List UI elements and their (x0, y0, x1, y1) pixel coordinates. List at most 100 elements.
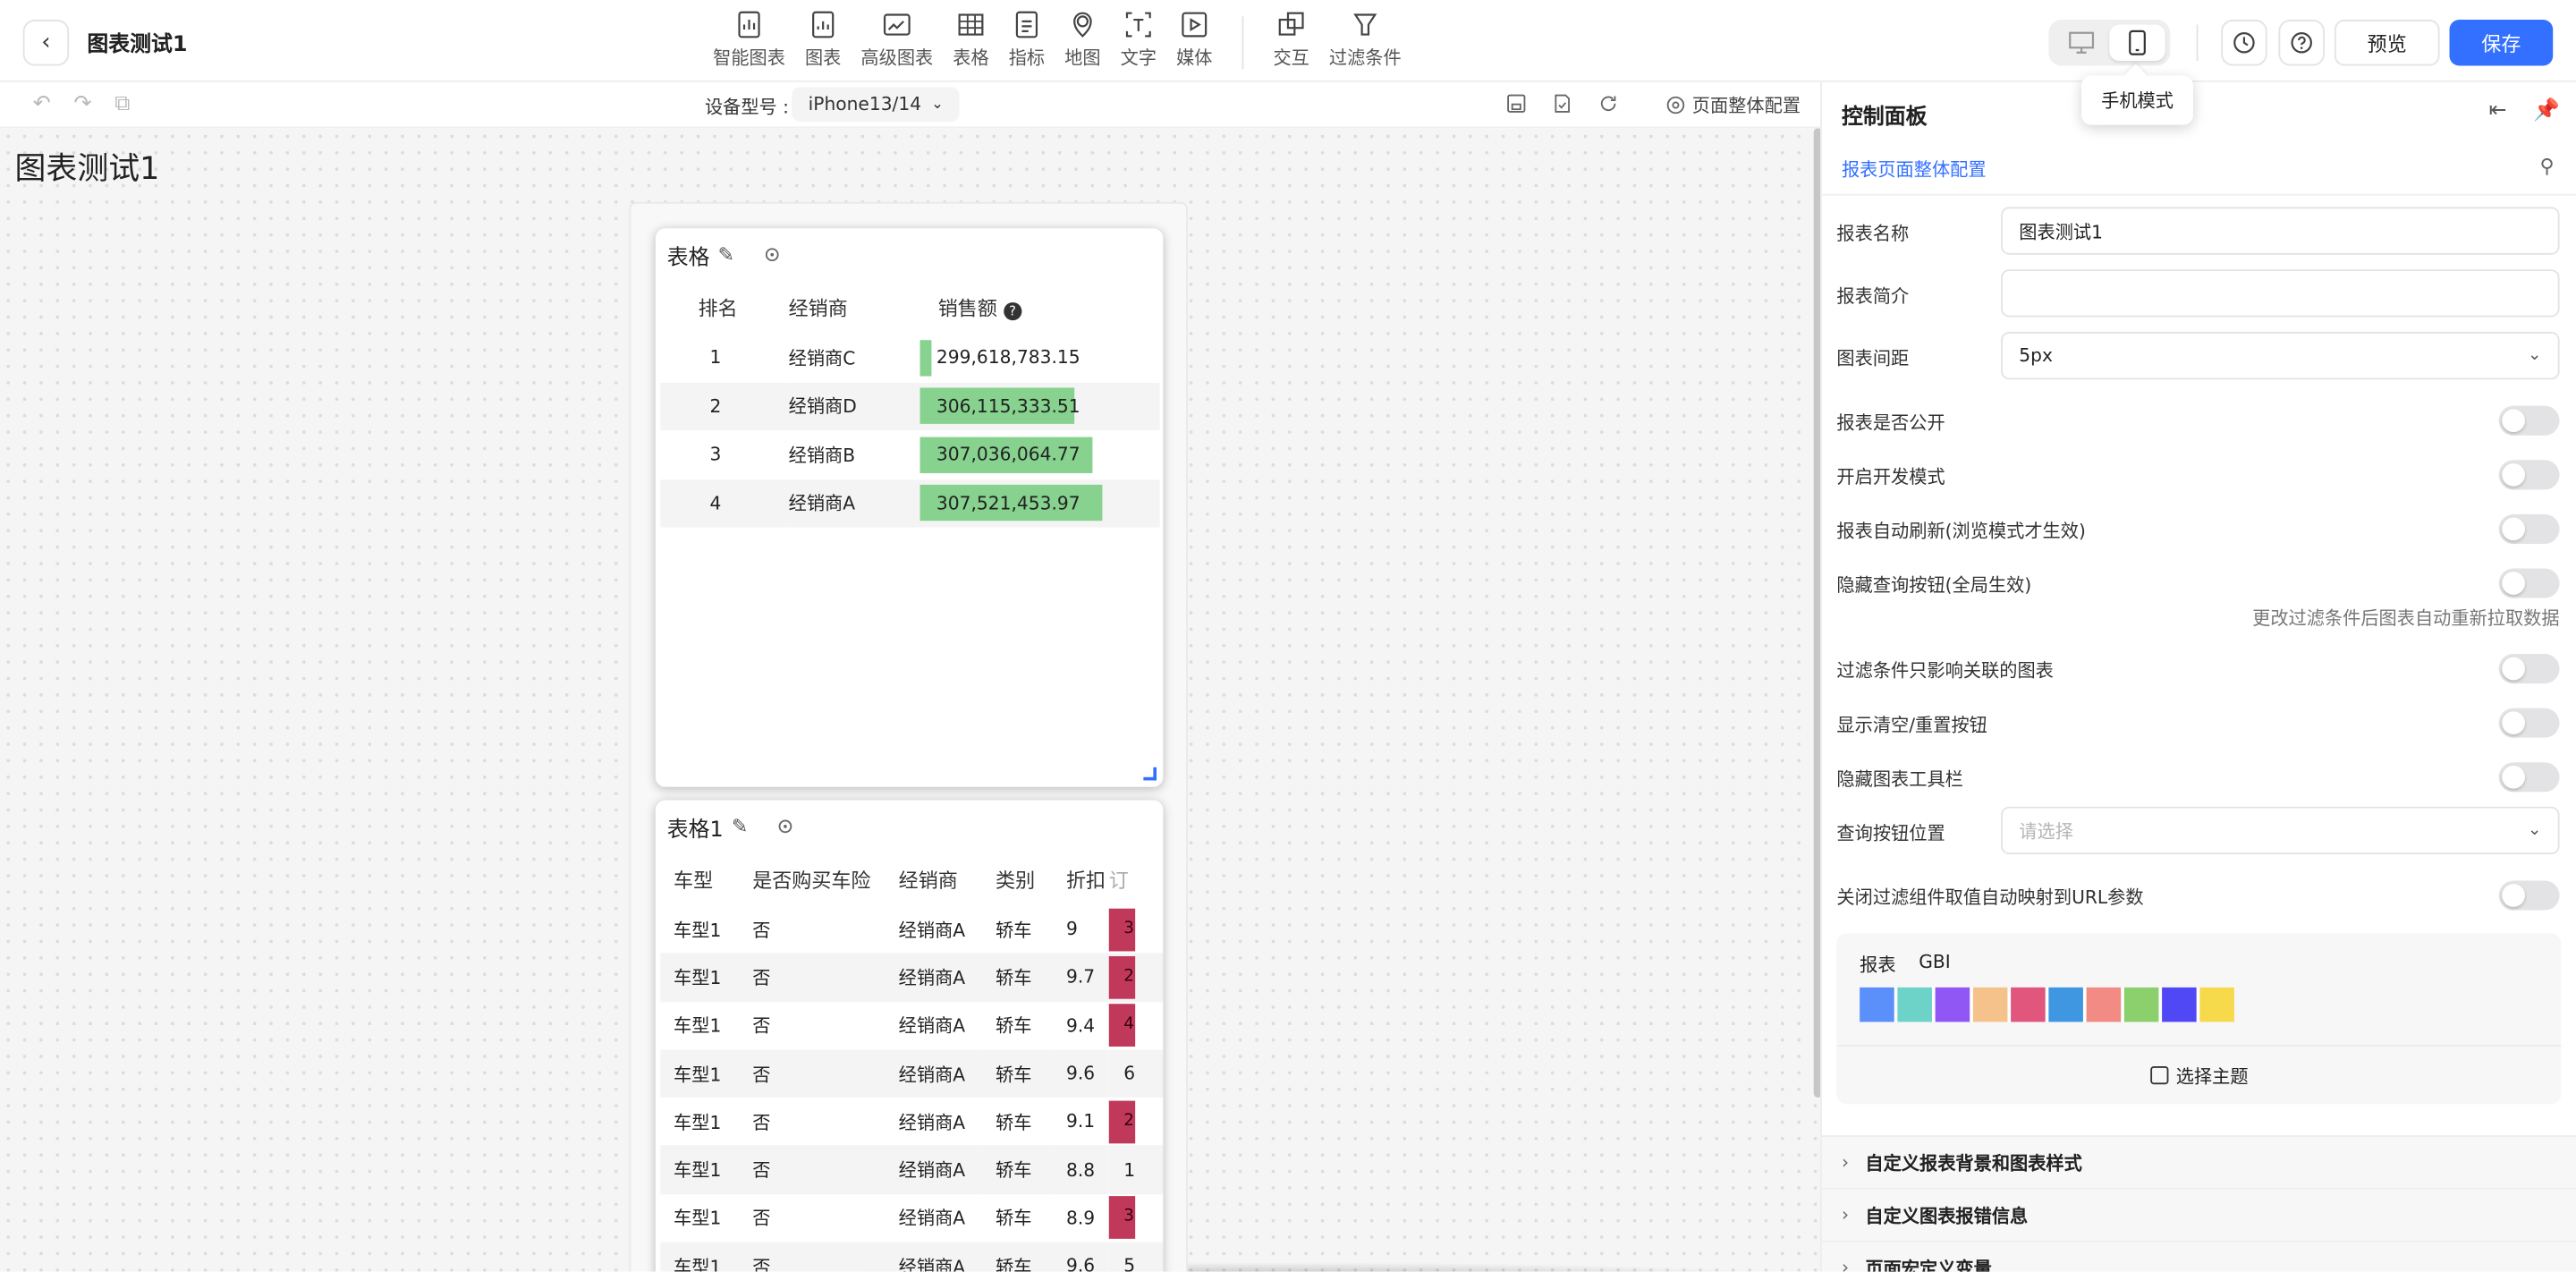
cell: 经销商A (898, 919, 966, 941)
column-header[interactable]: 类别 (982, 852, 1053, 905)
tool-metric[interactable]: 指标 (999, 10, 1055, 71)
ranking-table: 排名 经销商 销售额 ? 1 经销商C 299,618,783.15 2 经销商D 306… (660, 281, 1160, 528)
column-header[interactable]: 经销商 (789, 281, 920, 334)
tool-map[interactable]: 地图 (1055, 10, 1110, 71)
page-config-link[interactable]: 报表页面整体配置 (1842, 156, 1987, 182)
advanced-chart-icon (883, 13, 911, 36)
table-row[interactable]: 车型1 否经销商A 轿车 9.7 2 (660, 953, 1164, 1002)
pin-icon[interactable]: 📌 (2533, 98, 2560, 123)
table-row[interactable]: 车型1 否经销商A 轿车 9.6 6 (660, 1049, 1164, 1098)
tool-text[interactable]: 文字 (1111, 10, 1166, 71)
cell: 轿车 (996, 919, 1032, 941)
mobile-mode-button[interactable] (2109, 24, 2165, 61)
section-label: 页面宏定义变量 (1865, 1257, 1992, 1272)
tool-filter[interactable]: 过滤条件 (1319, 10, 1411, 71)
table-row[interactable]: 车型1 否经销商A 轿车 8.8 1 (660, 1146, 1164, 1194)
report-name-input[interactable]: 图表测试1 (2001, 207, 2560, 255)
chart-gap-select[interactable]: 5px ⌄ (2001, 332, 2560, 380)
pencil-icon[interactable]: ✎ (718, 243, 734, 267)
section-background-style[interactable]: › 自定义报表背景和图表样式 (1821, 1135, 2576, 1188)
cell: 2 (1108, 1098, 1164, 1146)
report-desc-input[interactable] (2001, 269, 2560, 318)
table-row[interactable]: 4 经销商A 307,521,453.97 (660, 479, 1160, 528)
cell: 8.8 (1053, 1146, 1109, 1194)
column-header[interactable]: 订 (1109, 852, 1164, 905)
tool-interaction[interactable]: 交互 (1263, 10, 1318, 71)
dev-mode-toggle[interactable] (2498, 460, 2560, 490)
table-row[interactable]: 车型1 否 经销商A 轿车 9.1 2 (660, 1098, 1163, 1146)
column-header[interactable]: 经销商 (886, 852, 982, 905)
redo-icon[interactable]: ↷ (73, 92, 91, 117)
device-select[interactable]: iPhone13/14 ⌄ (792, 87, 961, 122)
tool-smart-chart[interactable]: 智能图表 (703, 10, 795, 71)
choose-theme-button[interactable]: 选择主题 (1836, 1045, 2562, 1104)
filter-related-toggle[interactable] (2498, 654, 2560, 684)
help-button[interactable] (2278, 20, 2325, 66)
tool-media[interactable]: 媒体 (1166, 10, 1222, 71)
column-header[interactable]: 折扣 (1053, 852, 1108, 905)
query-position-select[interactable]: 请选择 ⌄ (2001, 806, 2560, 855)
resize-handle[interactable] (1143, 767, 1157, 781)
table-row[interactable]: 车型1 否 经销商A 轿车 9 3 (660, 905, 1163, 954)
target-icon[interactable] (766, 248, 779, 262)
reset-button-toggle[interactable] (2498, 708, 2560, 738)
url-param-toggle[interactable] (2498, 880, 2560, 911)
desktop-mode-button[interactable] (2054, 25, 2109, 61)
export-icon[interactable] (1551, 92, 1574, 115)
tool-advanced-chart[interactable]: 高级图表 (851, 10, 943, 71)
theme-tab-gbi[interactable]: GBI (1919, 951, 1951, 977)
public-toggle[interactable] (2498, 405, 2560, 436)
collapse-icon[interactable]: ⇤ (2489, 98, 2507, 123)
back-button[interactable]: ‹ (22, 20, 70, 66)
table-card-1[interactable]: 表格 ✎ 排名 经销商 销售额 ? 1 经销商C 299,618,783.15 2 经销… (655, 228, 1164, 787)
search-icon[interactable]: ⚲ (2540, 155, 2555, 178)
sales-value: 299,618,783.15 (936, 347, 1080, 369)
copy-icon[interactable]: ⧉ (114, 92, 130, 117)
table-row[interactable]: 3 经销商B 307,036,064.77 (660, 430, 1160, 479)
section-error-info[interactable]: › 自定义图表报错信息 (1821, 1187, 2576, 1241)
refresh-icon[interactable] (1597, 92, 1620, 115)
history-button[interactable] (2221, 20, 2267, 66)
target-icon[interactable] (779, 819, 792, 834)
tool-table[interactable]: 表格 (943, 10, 998, 71)
column-header[interactable]: 车型 (660, 852, 739, 905)
save-button[interactable]: 保存 (2449, 20, 2554, 66)
canvas-scrollbar[interactable] (1813, 128, 1821, 1098)
undo-icon[interactable]: ↶ (33, 92, 51, 117)
color-palette[interactable] (1860, 987, 2234, 1022)
theme-tab-report[interactable]: 报表 (1860, 951, 1895, 977)
sales-bar-wrap: 306,115,333.51 (919, 382, 1160, 429)
table-row[interactable]: 2 经销商D 306,115,333.51 (660, 382, 1160, 431)
control-panel: 控制面板 ⇤ 📌 报表页面整体配置 ⚲ 报表名称 图表测试1 报表简介 图表间距… (1820, 81, 2576, 1272)
canvas-toolbar: ↶ ↷ ⧉ 设备型号 : iPhone13/14 ⌄ 页面整体配置 (0, 81, 1821, 129)
hide-query-toggle[interactable] (2498, 568, 2560, 598)
tool-chart[interactable]: 图表 (795, 10, 851, 71)
tool-label: 表格 (953, 47, 989, 70)
save-draft-icon[interactable] (1504, 92, 1528, 115)
tool-label: 媒体 (1176, 47, 1213, 70)
column-header-sales[interactable]: 销售额 ? (920, 281, 1160, 334)
table-row[interactable]: 1 经销商C 299,618,783.15 (660, 333, 1160, 383)
select-theme-icon (2149, 1066, 2168, 1085)
table-card-2[interactable]: 表格1 ✎ 车型 是否购买车险 经销商 类别 折扣 订 车型1 否 经销商A 轿… (655, 800, 1164, 1272)
pencil-icon[interactable]: ✎ (732, 815, 748, 838)
hide-toolbar-toggle[interactable] (2498, 762, 2560, 793)
cell: 轿车 (996, 1112, 1032, 1134)
table-row[interactable]: 车型1 否 经销商A 轿车 9.4 4 (660, 1002, 1163, 1050)
table-row[interactable]: 车型1 否 经销商A 轿车 8.9 3 (660, 1194, 1163, 1242)
table-row[interactable]: 车型1 否经销商A 轿车 9.6 5 (660, 1242, 1164, 1272)
dealer-cell: 经销商A (788, 479, 920, 528)
map-icon (1073, 12, 1092, 38)
cell: 经销商A (885, 1049, 983, 1098)
section-macro-variables[interactable]: › 页面宏定义变量 (1821, 1240, 2576, 1272)
cell: 轿车 (982, 953, 1054, 1002)
auto-refresh-toggle[interactable] (2498, 513, 2560, 544)
field-label: 图表间距 (1836, 348, 1910, 370)
cell: 否 (752, 1015, 771, 1038)
column-header[interactable]: 是否购买车险 (740, 852, 886, 905)
column-header[interactable]: 排名 (660, 281, 788, 334)
preview-button[interactable]: 预览 (2334, 20, 2440, 66)
page-config-button[interactable]: 页面整体配置 (1665, 92, 1801, 118)
help-circle-icon[interactable]: ? (1003, 301, 1022, 320)
gear-icon (1666, 96, 1685, 114)
